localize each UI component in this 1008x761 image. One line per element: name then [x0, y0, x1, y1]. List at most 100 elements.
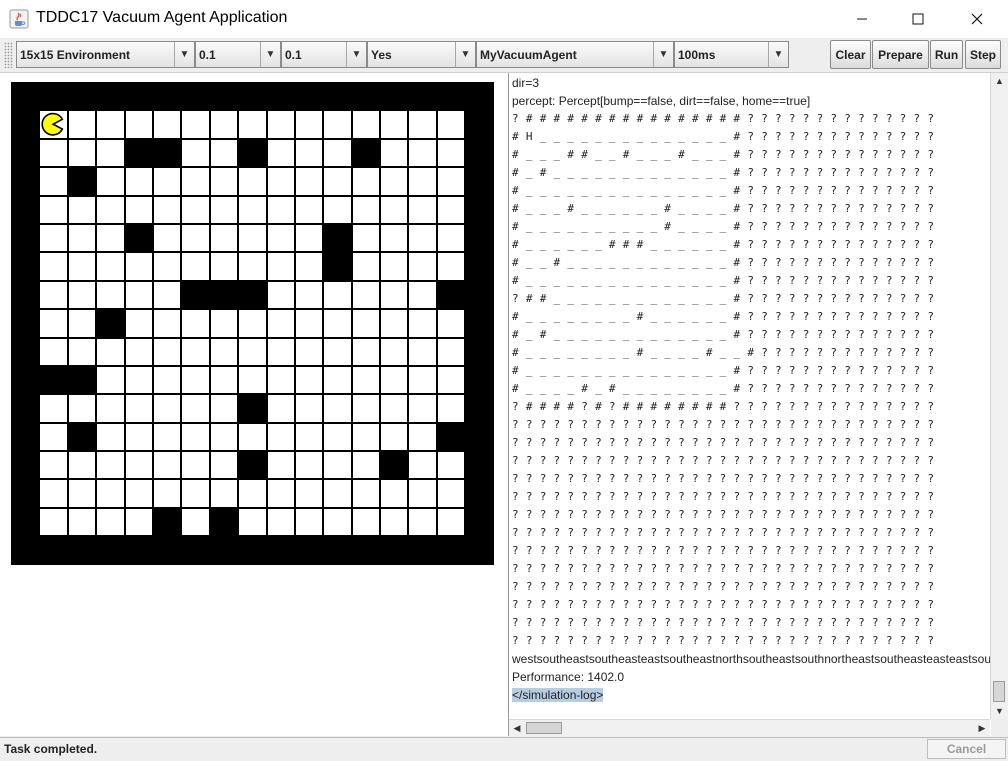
floor-cell: [96, 337, 125, 366]
random-walls-select[interactable]: Yes ▼: [367, 41, 476, 68]
status-text: Task completed.: [4, 742, 98, 756]
floor-cell: [351, 394, 381, 423]
floor-cell: [351, 337, 381, 366]
wall-cell: [209, 82, 239, 111]
scroll-up-icon[interactable]: ▲: [991, 73, 1008, 89]
floor-cell: [380, 309, 409, 338]
close-button[interactable]: [954, 0, 1000, 38]
vacuum-agent-icon: [41, 113, 64, 137]
wall-cell: [11, 138, 40, 168]
floor-cell: [124, 167, 153, 196]
log-line: ? # # # # # # # # # # # # # # # # ? ? ? …: [512, 112, 935, 125]
window-title: TDDC17 Vacuum Agent Application: [36, 9, 288, 26]
log-line: # _ _ _ _ _ _ _ _ # _ _ _ _ _ _ # ? ? ? …: [512, 310, 935, 323]
log-line: ? ? ? ? ? ? ? ? ? ? ? ? ? ? ? ? ? ? ? ? …: [512, 562, 935, 575]
floor-cell: [209, 394, 239, 423]
wall-cell: [238, 138, 267, 168]
close-icon: [971, 13, 983, 25]
chevron-down-icon: ▼: [653, 42, 673, 67]
floor-cell: [408, 110, 437, 139]
floor-cell: [39, 309, 68, 338]
dirt-probability-value: 0.1: [199, 48, 216, 62]
log-line: ? ? ? ? ? ? ? ? ? ? ? ? ? ? ? ? ? ? ? ? …: [512, 508, 935, 521]
cancel-button[interactable]: Cancel: [927, 739, 1006, 759]
floor-cell: [67, 110, 97, 139]
log-horizontal-scrollbar[interactable]: ◀ ▶: [509, 719, 990, 737]
wall-cell: [380, 451, 409, 480]
dirt-probability-select[interactable]: 0.1 ▼: [195, 41, 281, 68]
wall-cell: [11, 110, 40, 139]
floor-cell: [323, 138, 352, 168]
log-line: ? # # _ _ _ _ _ _ _ _ _ _ _ _ _ # ? ? ? …: [512, 292, 935, 305]
floor-cell: [266, 394, 295, 423]
prepare-button[interactable]: Prepare: [872, 40, 929, 69]
floor-cell: [380, 365, 409, 395]
floor-cell: [96, 110, 125, 139]
wall-cell: [465, 309, 494, 338]
floor-cell: [408, 309, 437, 338]
wall-cell: [11, 422, 40, 452]
floor-cell: [152, 422, 182, 452]
wall-cell: [11, 394, 40, 423]
scroll-right-icon[interactable]: ▶: [974, 720, 990, 737]
clear-button[interactable]: Clear: [830, 40, 871, 69]
wall-cell: [465, 536, 494, 565]
wall-cell: [11, 365, 40, 395]
floor-cell: [96, 167, 125, 196]
scroll-left-icon[interactable]: ◀: [509, 720, 525, 737]
wall-cell: [266, 536, 295, 565]
simulation-log[interactable]: dir=3 percept: Percept[bump==false, dirt=…: [512, 74, 990, 719]
floor-cell: [238, 195, 267, 224]
wall-cell: [181, 536, 210, 565]
floor-cell: [181, 451, 210, 480]
floor-cell: [124, 252, 153, 281]
floor-cell: [181, 138, 210, 168]
log-line: ? ? ? ? ? ? ? ? ? ? ? ? ? ? ? ? ? ? ? ? …: [512, 454, 935, 467]
floor-cell: [181, 195, 210, 224]
floor-cell: [181, 365, 210, 395]
floor-cell: [351, 479, 381, 508]
floor-cell: [238, 167, 267, 196]
floor-cell: [181, 394, 210, 423]
floor-cell: [294, 394, 324, 423]
floor-cell: [323, 507, 352, 537]
floor-cell: [408, 223, 437, 253]
wall-cell: [11, 223, 40, 253]
floor-cell: [351, 167, 381, 196]
floor-cell: [39, 195, 68, 224]
wall-probability-select[interactable]: 0.1 ▼: [281, 41, 367, 68]
floor-cell: [67, 394, 97, 423]
log-line: ? ? ? ? ? ? ? ? ? ? ? ? ? ? ? ? ? ? ? ? …: [512, 616, 935, 629]
floor-cell: [152, 365, 182, 395]
wall-cell: [266, 82, 295, 111]
wall-cell: [124, 223, 153, 253]
floor-cell: [238, 223, 267, 253]
floor-cell: [294, 507, 324, 537]
floor-cell: [209, 451, 239, 480]
scroll-down-icon[interactable]: ▼: [991, 703, 1008, 719]
maximize-button[interactable]: [895, 0, 941, 38]
scroll-thumb[interactable]: [526, 722, 562, 734]
floor-cell: [408, 479, 437, 508]
wall-cell: [238, 536, 267, 565]
wall-cell: [323, 252, 352, 281]
step-button[interactable]: Step: [965, 40, 1001, 69]
wall-cell: [39, 365, 68, 395]
floor-cell: [408, 138, 437, 168]
wall-cell: [380, 536, 409, 565]
wall-cell: [11, 479, 40, 508]
minimize-button[interactable]: [839, 0, 885, 38]
floor-cell: [209, 422, 239, 452]
agent-select[interactable]: MyVacuumAgent ▼: [476, 41, 674, 68]
floor-cell: [209, 223, 239, 253]
toolbar-grip-icon[interactable]: [4, 42, 13, 68]
run-button[interactable]: Run: [930, 40, 963, 69]
environment-select[interactable]: 15x15 Environment ▼: [16, 41, 195, 68]
log-line: ? ? ? ? ? ? ? ? ? ? ? ? ? ? ? ? ? ? ? ? …: [512, 544, 935, 557]
wall-cell: [465, 337, 494, 366]
delay-select[interactable]: 100ms ▼: [674, 41, 789, 68]
floor-cell: [181, 507, 210, 537]
log-vertical-scrollbar[interactable]: ▲ ▼: [990, 73, 1008, 719]
floor-cell: [323, 479, 352, 508]
scroll-thumb[interactable]: [993, 681, 1005, 702]
